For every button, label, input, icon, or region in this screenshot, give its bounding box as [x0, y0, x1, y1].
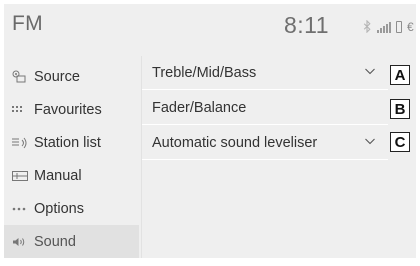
chevron-down-icon	[365, 68, 375, 75]
source-icon	[12, 70, 34, 83]
callout-label-b: B	[390, 99, 410, 119]
station-list-icon	[12, 137, 34, 149]
list-item-fader-balance[interactable]: Fader/Balance	[142, 91, 388, 125]
callout-label-a: A	[390, 65, 410, 85]
sidebar-item-label: Sound	[34, 233, 76, 250]
status-icons: €	[362, 20, 414, 33]
screen-frame: FM 8:11 € Source Favourites Station list…	[4, 4, 416, 258]
manual-icon	[12, 170, 34, 181]
partial-status-icon: €	[407, 20, 414, 34]
favourites-icon	[12, 105, 34, 114]
sidebar-item-label: Options	[34, 200, 84, 217]
chevron-down-icon	[365, 138, 375, 145]
list-item-label: Automatic sound leveliser	[152, 134, 318, 151]
options-icon	[12, 207, 34, 211]
sidebar-item-manual[interactable]: Manual	[4, 159, 139, 192]
sidebar: Source Favourites Station list Manual Op…	[4, 56, 139, 258]
sound-icon	[12, 237, 34, 247]
phone-battery-icon	[396, 21, 402, 33]
sidebar-item-sound[interactable]: Sound	[4, 225, 139, 258]
list-item-treble-mid-bass[interactable]: Treble/Mid/Bass	[142, 56, 388, 90]
sidebar-item-source[interactable]: Source	[4, 60, 139, 93]
sidebar-item-label: Source	[34, 68, 80, 85]
sound-settings-list: Treble/Mid/Bass Fader/Balance Automatic …	[142, 56, 390, 161]
callout-label-c: C	[390, 132, 410, 152]
bluetooth-icon	[363, 20, 371, 33]
signal-strength-icon	[377, 22, 391, 33]
sidebar-item-label: Station list	[34, 134, 101, 151]
page-title: FM	[12, 12, 43, 35]
sidebar-item-station-list[interactable]: Station list	[4, 126, 139, 159]
sidebar-item-favourites[interactable]: Favourites	[4, 93, 139, 126]
list-item-automatic-sound-leveliser[interactable]: Automatic sound leveliser	[142, 126, 388, 160]
header-bar: FM 8:11 €	[4, 4, 416, 50]
sidebar-item-label: Manual	[34, 167, 82, 184]
list-item-label: Fader/Balance	[152, 99, 247, 116]
list-item-label: Treble/Mid/Bass	[152, 64, 257, 81]
sidebar-item-label: Favourites	[34, 101, 102, 118]
sidebar-item-options[interactable]: Options	[4, 192, 139, 225]
clock: 8:11	[284, 12, 330, 38]
